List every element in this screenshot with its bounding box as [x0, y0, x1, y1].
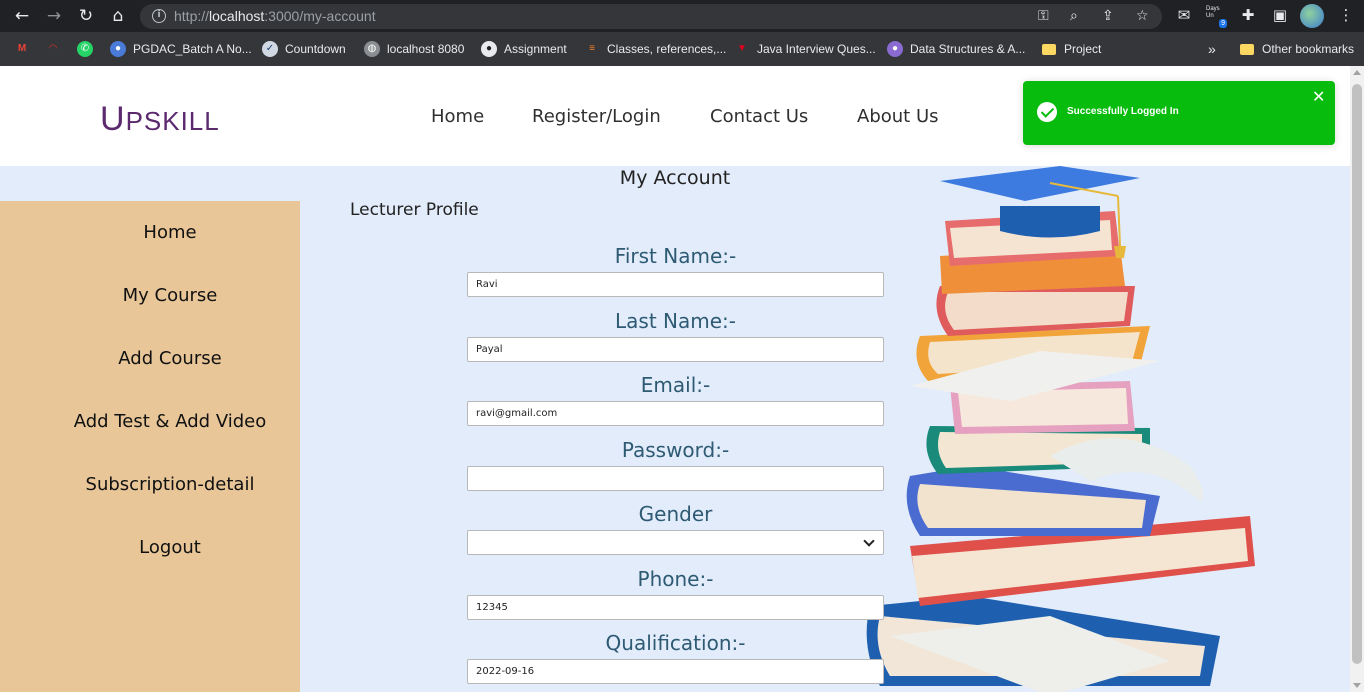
- gender-select[interactable]: [467, 530, 884, 555]
- sidebar-item-subscription[interactable]: Subscription-detail: [0, 474, 340, 495]
- other-bookmarks[interactable]: Other bookmarks: [1240, 40, 1354, 58]
- phone-input[interactable]: 12345: [467, 595, 884, 620]
- email-input[interactable]: ravi@gmail.com: [467, 401, 884, 426]
- browser-toolbar: ← → ↻ ⌂ i http://localhost:3000/my-accou…: [0, 0, 1364, 32]
- books-graduation-cap-illustration: [866, 166, 1255, 692]
- bookmark-assignment[interactable]: ● Assignment: [481, 40, 567, 58]
- sidebar-item-add-test-video[interactable]: Add Test & Add Video: [0, 411, 340, 432]
- sidebar-item-logout[interactable]: Logout: [0, 537, 340, 558]
- sidebar-item-add-course[interactable]: Add Course: [0, 348, 340, 369]
- stackoverflow-icon: ≡: [589, 43, 595, 54]
- address-bar[interactable]: i http://localhost:3000/my-account ⚿ ⌕ ⇪…: [140, 4, 1162, 29]
- sidebar-item-home[interactable]: Home: [0, 222, 340, 243]
- first-name-input[interactable]: Ravi: [467, 272, 884, 297]
- v-logo-icon: ▼: [737, 43, 747, 54]
- profile-avatar[interactable]: [1300, 4, 1324, 28]
- sidebar-item-my-course[interactable]: My Course: [0, 285, 340, 306]
- chevron-down-icon: [863, 535, 875, 547]
- upskill-logo[interactable]: UPSKILL: [100, 100, 220, 139]
- scroll-up-arrow-icon[interactable]: [1353, 70, 1361, 75]
- bookmark-classes[interactable]: ≡ Classes, references,...: [584, 40, 726, 58]
- check-circle-icon: [1037, 102, 1057, 122]
- password-input[interactable]: [467, 466, 884, 491]
- folder-icon: [1240, 43, 1254, 55]
- nav-home[interactable]: Home: [431, 106, 484, 127]
- profile-subtitle: Lecturer Profile: [350, 200, 479, 220]
- qualification-label: Qualification:-: [605, 631, 746, 655]
- back-arrow-icon[interactable]: ←: [12, 6, 32, 26]
- url-text[interactable]: http://localhost:3000/my-account: [174, 8, 376, 24]
- close-icon[interactable]: ✕: [1312, 87, 1325, 106]
- whatsapp-icon[interactable]: ✆: [77, 40, 100, 58]
- password-label: Password:-: [621, 438, 730, 462]
- first-name-label: First Name:-: [614, 244, 737, 268]
- group-icon: ●: [110, 41, 126, 57]
- puzzle-extensions-icon[interactable]: ✚: [1238, 6, 1258, 24]
- avatar-icon: ●: [887, 41, 903, 57]
- nav-contact-us[interactable]: Contact Us: [710, 106, 808, 127]
- bookmark-project[interactable]: Project: [1042, 40, 1101, 58]
- bookmark-localhost[interactable]: ◍ localhost 8080: [364, 40, 464, 58]
- bookmarks-overflow-icon[interactable]: »: [1208, 40, 1216, 58]
- home-icon[interactable]: ⌂: [108, 6, 128, 26]
- gender-label: Gender: [638, 502, 713, 526]
- phone-label: Phone:-: [637, 567, 714, 591]
- sidebar: Home My Course Add Course Add Test & Add…: [0, 201, 300, 692]
- mail-extension-icon[interactable]: ✉: [1174, 6, 1194, 24]
- site-info-icon[interactable]: i: [152, 9, 166, 23]
- last-name-input[interactable]: Payal: [467, 337, 884, 362]
- zoom-icon[interactable]: ⌕: [1070, 8, 1078, 24]
- reload-icon[interactable]: ↻: [76, 6, 96, 26]
- menu-kebab-icon[interactable]: ⋮: [1336, 6, 1356, 24]
- clock-icon: ✓: [262, 41, 278, 57]
- forward-arrow-icon[interactable]: →: [44, 6, 64, 26]
- email-label: Email:-: [640, 373, 711, 397]
- side-panel-icon[interactable]: ▣: [1270, 6, 1290, 24]
- star-bookmark-icon[interactable]: ☆: [1136, 8, 1149, 24]
- folder-icon: [1042, 43, 1056, 55]
- page-scrollbar[interactable]: [1350, 66, 1364, 692]
- success-toast: Successfully Logged In ✕: [1023, 81, 1335, 145]
- bookmark-data-structures[interactable]: ● Data Structures & A...: [887, 40, 1025, 58]
- scroll-down-arrow-icon[interactable]: [1353, 683, 1361, 688]
- gmail-icon[interactable]: M: [14, 40, 37, 58]
- nav-about-us[interactable]: About Us: [857, 106, 939, 127]
- days-extension-icon[interactable]: Days Un 9: [1206, 6, 1228, 28]
- bookmark-java-interview[interactable]: ▼ Java Interview Ques...: [734, 40, 876, 58]
- scrollbar-thumb[interactable]: [1352, 84, 1362, 664]
- bookmark-pgdac[interactable]: ● PGDAC_Batch A No...: [110, 40, 252, 58]
- globe-icon: ◍: [364, 41, 380, 57]
- bookmarks-bar: M ◠ ✆ ● PGDAC_Batch A No... ✓ Countdown ◍ l…: [0, 32, 1364, 66]
- qualification-input[interactable]: 2022-09-16: [467, 659, 884, 684]
- toast-message: Successfully Logged In: [1067, 106, 1179, 117]
- share-icon[interactable]: ⇪: [1102, 8, 1114, 24]
- github-icon: ●: [481, 41, 497, 57]
- key-icon[interactable]: ⚿: [1038, 8, 1049, 24]
- bookmark-countdown[interactable]: ✓ Countdown: [262, 40, 346, 58]
- last-name-label: Last Name:-: [615, 309, 736, 333]
- speedometer-icon[interactable]: ◠: [45, 40, 68, 58]
- page-content: UPSKILL Home Register/Login Contact Us A…: [0, 66, 1350, 692]
- nav-register-login[interactable]: Register/Login: [532, 106, 661, 127]
